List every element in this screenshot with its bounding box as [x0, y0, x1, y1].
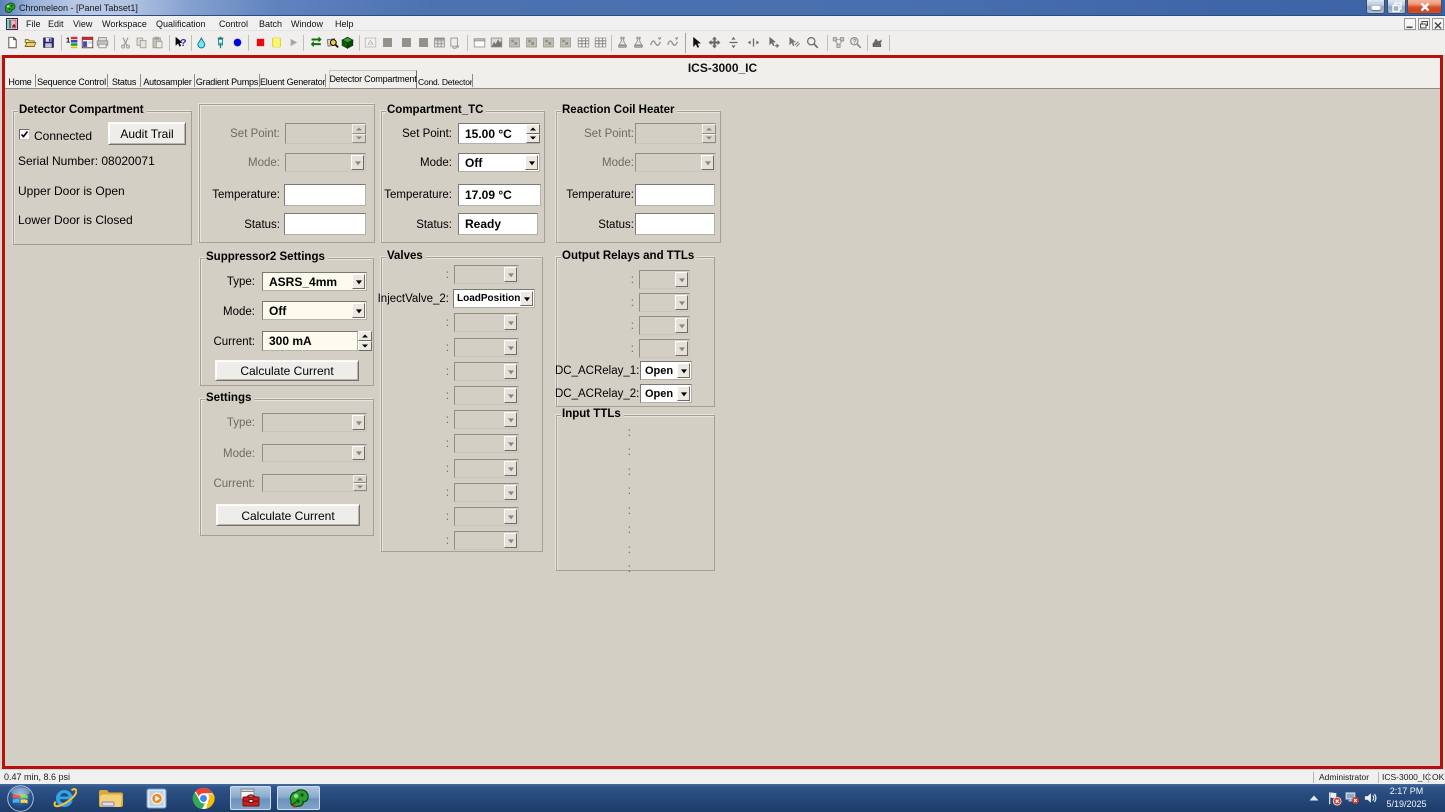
svg-text:1: 1 — [66, 36, 70, 45]
svg-text:?: ? — [853, 39, 857, 46]
svg-text:?: ? — [180, 37, 186, 49]
